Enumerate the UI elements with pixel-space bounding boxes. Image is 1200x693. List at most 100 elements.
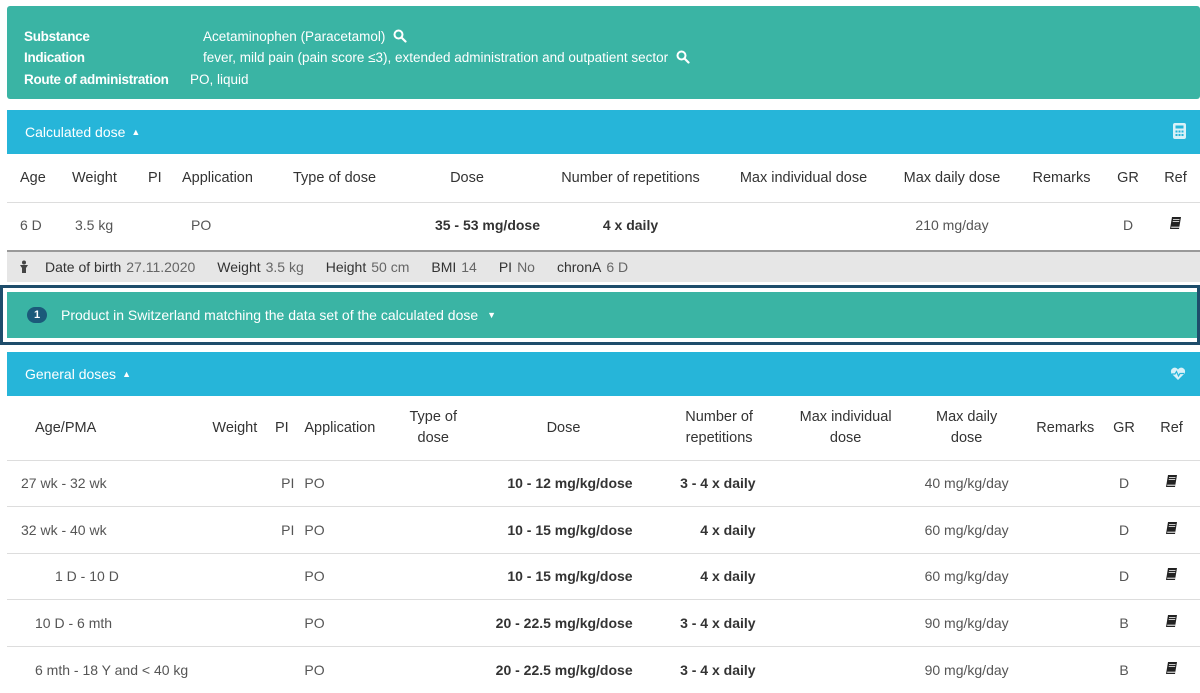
row-max-individual <box>783 552 908 600</box>
row-application: PO <box>298 599 395 646</box>
col-ref: Ref <box>1164 169 1187 186</box>
row-remarks <box>1025 506 1106 553</box>
row-pi: PI <box>265 459 299 507</box>
row-ref[interactable] <box>1143 552 1200 600</box>
row-remarks <box>1025 599 1106 646</box>
row-ref[interactable] <box>1143 645 1200 693</box>
calc-max-individual <box>721 201 886 248</box>
general-doses-title: General doses <box>25 366 117 382</box>
col-max-individual-line1: Max individual <box>799 408 892 425</box>
col-type-of-dose-line1: Type of <box>409 408 458 425</box>
row-remarks <box>1025 645 1106 693</box>
route-value: PO, liquid <box>190 71 249 87</box>
row-max-daily: 90 mg/kg/day <box>907 645 1026 693</box>
row-application: PO <box>298 645 395 693</box>
search-icon[interactable] <box>393 29 407 43</box>
row-max-daily: 40 mg/kg/day <box>907 459 1026 507</box>
indication-row: Indication <box>24 46 85 68</box>
row-repetitions: 4 x daily <box>654 506 784 553</box>
row-dose: 10 - 15 mg/kg/dose <box>472 552 655 600</box>
col-max-daily-line1: Max daily <box>936 408 998 425</box>
caret-up-icon: ▲ <box>131 127 141 137</box>
substance-label: Substance <box>24 28 90 44</box>
col-max-daily-line2: dose <box>950 429 983 446</box>
general-doses-header[interactable]: General doses ▲ <box>7 352 1200 396</box>
pi-label: PI <box>498 259 513 275</box>
row-ref[interactable] <box>1143 599 1200 646</box>
table-row: 27 wk - 32 wk PI PO 10 - 12 mg/kg/dose 3 - 4… <box>7 459 1200 507</box>
heartbeat-icon[interactable] <box>1170 367 1186 381</box>
row-gr: B <box>1105 645 1144 693</box>
indication-label: Indication <box>24 49 85 65</box>
row-gr: D <box>1105 459 1144 507</box>
search-icon[interactable] <box>676 50 690 64</box>
row-gr: B <box>1105 599 1144 646</box>
row-max-individual <box>783 459 908 507</box>
col-ref: Ref <box>1160 419 1183 436</box>
table-row: 1 D - 10 D PO 10 - 15 mg/kg/dose 4 x daily 6… <box>7 552 1200 600</box>
route-label: Route of administration <box>24 71 169 87</box>
weight-label: Weight <box>217 259 261 275</box>
row-type-of-dose <box>394 459 473 507</box>
height-label: Height <box>325 259 367 275</box>
calc-type-of-dose <box>278 201 394 248</box>
book-icon[interactable] <box>1165 614 1178 629</box>
patient-info-strip: Date of birth 27.11.2020 Weight 3.5 kg H… <box>7 250 1200 282</box>
row-remarks <box>1025 552 1106 600</box>
calc-pi <box>134 201 173 248</box>
book-icon[interactable] <box>1169 216 1182 231</box>
row-dose: 20 - 22.5 mg/kg/dose <box>472 599 655 646</box>
row-ref[interactable] <box>1143 459 1200 507</box>
route-value-wrap: PO, liquid <box>190 68 249 90</box>
row-dose: 10 - 12 mg/kg/dose <box>472 459 655 507</box>
col-max-individual-line2: dose <box>829 429 862 446</box>
general-doses-table: Age/PMA Weight PI Application Type of do… <box>7 396 1200 693</box>
product-header[interactable]: 1 Product in Switzerland matching the da… <box>7 292 1197 338</box>
chron-value: 6 D <box>606 259 629 275</box>
calculated-dose-header[interactable]: Calculated dose ▲ <box>7 110 1200 154</box>
book-icon[interactable] <box>1165 521 1178 536</box>
bmi-label: BMI <box>431 259 457 275</box>
col-remarks: Remarks <box>1032 169 1091 186</box>
row-age: 6 mth - 18 Y and < 40 kg <box>7 645 189 693</box>
caret-down-icon: ▼ <box>487 310 497 320</box>
calc-application: PO <box>173 201 278 248</box>
row-age: 32 wk - 40 wk <box>7 506 189 553</box>
row-type-of-dose <box>394 552 473 600</box>
calc-ref[interactable] <box>1151 201 1200 248</box>
row-max-individual <box>783 645 908 693</box>
col-pi: PI <box>148 169 162 186</box>
row-max-daily: 60 mg/kg/day <box>907 506 1026 553</box>
col-repetitions: Number of repetitions <box>561 169 700 186</box>
col-dose: Dose <box>450 169 484 186</box>
row-weight <box>188 599 266 646</box>
table-row: 32 wk - 40 wk PI PO 10 - 15 mg/kg/dose 4 x d… <box>7 506 1200 553</box>
route-row: Route of administration <box>24 68 169 90</box>
row-age: 10 D - 6 mth <box>7 599 189 646</box>
general-header-row: Age/PMA Weight PI Application Type of do… <box>7 396 1200 460</box>
substance-row: Substance <box>24 25 90 47</box>
col-gr: GR <box>1117 169 1139 186</box>
calculator-icon[interactable] <box>1173 123 1186 139</box>
col-type-of-dose: Type of dose <box>293 169 377 186</box>
product-title: Product in Switzerland matching the data… <box>61 307 479 323</box>
col-max-individual: Max individual dose <box>784 396 908 460</box>
col-max-daily: Max daily dose <box>903 169 1001 186</box>
calculated-dose-row: 6 D 3.5 kg PO 35 - 53 mg/dose 4 x daily … <box>7 201 1200 248</box>
col-weight: Weight <box>72 169 117 186</box>
row-pi <box>265 599 299 646</box>
dob-label: Date of birth <box>45 259 122 275</box>
caret-up-icon: ▲ <box>122 369 131 379</box>
col-type-of-dose-line2: dose <box>417 429 449 446</box>
row-age: 1 D - 10 D <box>7 552 189 600</box>
dob-value: 27.11.2020 <box>126 259 196 275</box>
calc-repetitions: 4 x daily <box>540 201 721 248</box>
col-application: Application <box>182 169 253 186</box>
book-icon[interactable] <box>1165 661 1178 676</box>
bmi-value: 14 <box>461 259 477 275</box>
book-icon[interactable] <box>1165 567 1178 582</box>
row-ref[interactable] <box>1143 506 1200 553</box>
row-repetitions: 3 - 4 x daily <box>654 459 784 507</box>
book-icon[interactable] <box>1165 474 1178 489</box>
calc-age: 6 D <box>7 201 58 248</box>
